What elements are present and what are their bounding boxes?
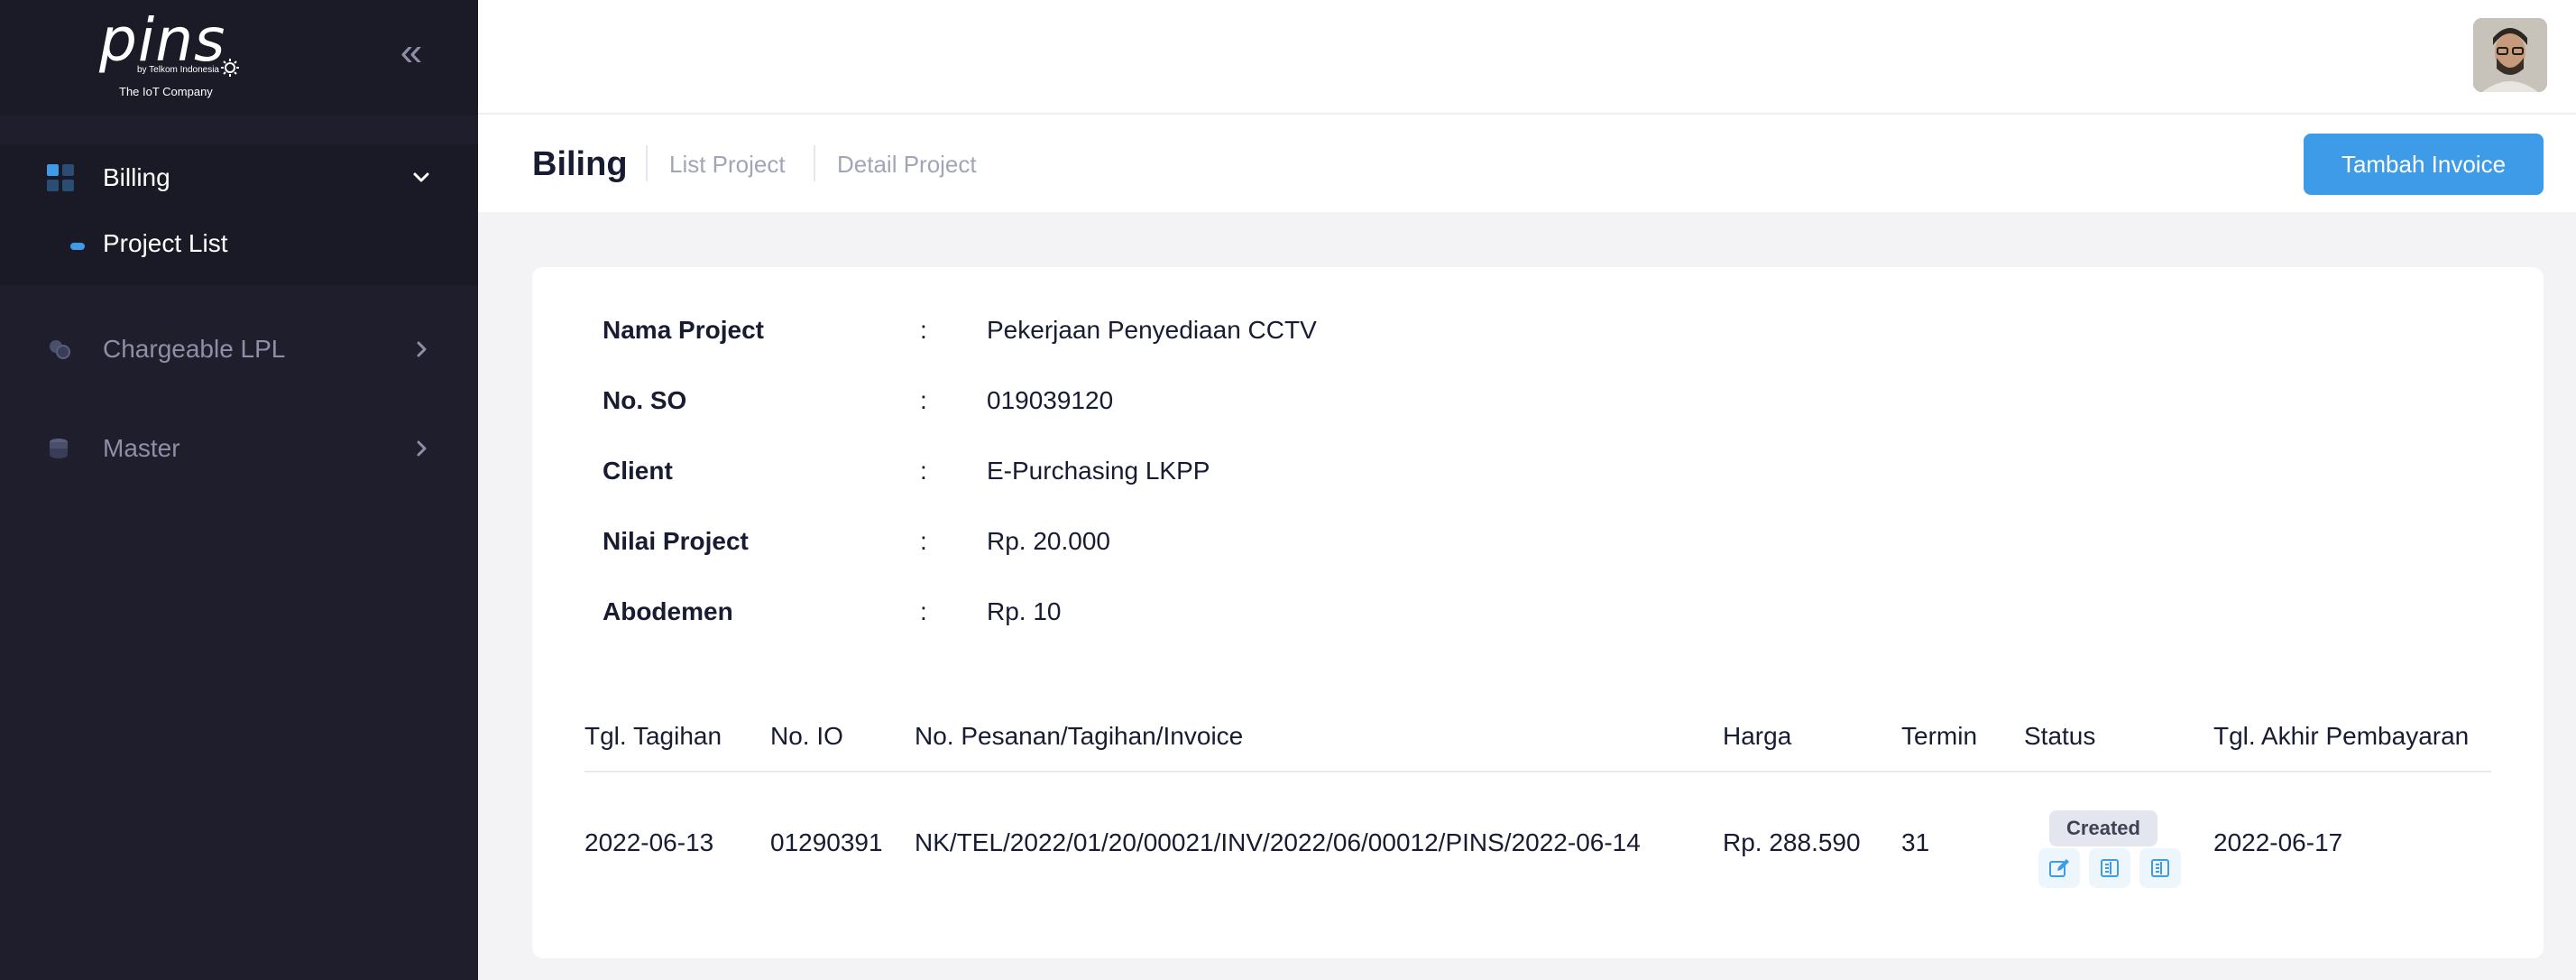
breadcrumb-separator [646, 145, 648, 181]
field-colon: : [920, 386, 927, 414]
breadcrumb-separator [814, 145, 815, 181]
status-badge: Created [2049, 810, 2157, 846]
table-header: Tgl. Tagihan No. IO No. Pesanan/Tagihan/… [584, 709, 2491, 772]
field-value: 019039120 [987, 386, 1114, 414]
page-subheader: Biling List Project Detail Project Tamba… [478, 115, 2576, 212]
cell-termin: 31 [1901, 828, 1930, 856]
sidebar-item-label: Billing [103, 163, 170, 191]
column-header[interactable]: No. IO [770, 718, 843, 754]
field-value: Pekerjaan Penyediaan CCTV [987, 316, 1317, 344]
logo-byline: by Telkom Indonesia [137, 65, 219, 75]
cell-harga: Rp. 288.590 [1723, 828, 1861, 856]
table-row: 2022-06-13 01290391 NK/TEL/2022/01/20/00… [584, 798, 2491, 906]
logo-wordmark: pins [99, 5, 226, 75]
chevron-right-icon [417, 440, 427, 457]
project-detail-card: Nama Project : Pekerjaan Penyediaan CCTV… [532, 267, 2544, 958]
project-field-row: Nama Project : Pekerjaan Penyediaan CCTV [603, 312, 2046, 348]
breadcrumb-list-project[interactable]: List Project [669, 149, 786, 180]
field-label: Client [603, 457, 673, 485]
active-dot-icon [70, 243, 85, 250]
edit-button[interactable] [2038, 848, 2080, 888]
project-field-row: No. SO : 019039120 [603, 383, 2046, 419]
view-document-button[interactable] [2089, 848, 2130, 888]
cell-invoice-number: NK/TEL/2022/01/20/00021/INV/2022/06/0001… [915, 828, 1641, 856]
collapse-sidebar-icon[interactable]: « [393, 32, 429, 72]
telkom-sun-icon [221, 59, 239, 77]
add-invoice-button[interactable]: Tambah Invoice [2304, 134, 2544, 195]
page-title: Biling [532, 145, 628, 183]
project-field-row: Client : E-Purchasing LKPP [603, 453, 2046, 489]
column-header[interactable]: Status [2024, 718, 2095, 754]
field-label: Abodemen [603, 597, 733, 625]
column-header[interactable]: No. Pesanan/Tagihan/Invoice [915, 718, 1243, 754]
logo-area: pins by Telkom Indonesia The IoT Company… [0, 0, 478, 116]
chevron-right-icon [417, 341, 427, 357]
coins-icon [50, 340, 70, 359]
sidebar: pins by Telkom Indonesia The IoT Company… [0, 0, 478, 980]
sidebar-subitem-project-list[interactable]: Project List [0, 213, 478, 276]
field-colon: : [920, 527, 927, 555]
field-label: No. SO [603, 386, 687, 414]
project-field-row: Nilai Project : Rp. 20.000 [603, 523, 2046, 559]
logo-tagline: The IoT Company [119, 85, 213, 98]
column-header[interactable]: Harga [1723, 718, 1791, 754]
user-avatar[interactable] [2473, 18, 2547, 92]
grid-icon [47, 164, 74, 191]
cell-no-io: 01290391 [770, 828, 883, 856]
chevron-down-icon [413, 172, 429, 182]
field-value: E-Purchasing LKPP [987, 457, 1210, 485]
topbar [478, 0, 2576, 114]
sidebar-item-label: Chargeable LPL [103, 335, 286, 363]
field-value: Rp. 20.000 [987, 527, 1110, 555]
field-label: Nama Project [603, 316, 764, 344]
sidebar-subitem-label: Project List [103, 229, 228, 257]
document-icon [2151, 859, 2169, 877]
field-colon: : [920, 597, 927, 625]
cell-tgl-akhir-pembayaran: 2022-06-17 [2213, 828, 2343, 856]
field-colon: : [920, 457, 927, 485]
billing-menu-group: Billing Project List [0, 144, 478, 285]
breadcrumb-detail-project[interactable]: Detail Project [837, 149, 977, 180]
sidebar-item-master[interactable]: Master [0, 415, 478, 478]
sidebar-item-billing[interactable]: Billing [0, 144, 478, 208]
field-value: Rp. 10 [987, 597, 1062, 625]
view-invoice-button[interactable] [2139, 848, 2181, 888]
column-header[interactable]: Tgl. Akhir Pembayaran [2213, 718, 2469, 754]
column-header[interactable]: Termin [1901, 718, 1977, 754]
project-field-row: Abodemen : Rp. 10 [603, 594, 2046, 630]
field-colon: : [920, 316, 927, 344]
column-header[interactable]: Tgl. Tagihan [584, 718, 722, 754]
field-label: Nilai Project [603, 527, 749, 555]
sidebar-item-label: Master [103, 434, 180, 462]
sidebar-item-chargeable-lpl[interactable]: Chargeable LPL [0, 316, 478, 379]
stack-icon [50, 439, 68, 458]
user-photo-icon [2473, 18, 2547, 92]
edit-icon [2049, 859, 2069, 877]
company-logo[interactable]: pins by Telkom Indonesia The IoT Company [99, 11, 244, 101]
document-icon [2101, 859, 2119, 877]
cell-tgl-tagihan: 2022-06-13 [584, 828, 714, 856]
